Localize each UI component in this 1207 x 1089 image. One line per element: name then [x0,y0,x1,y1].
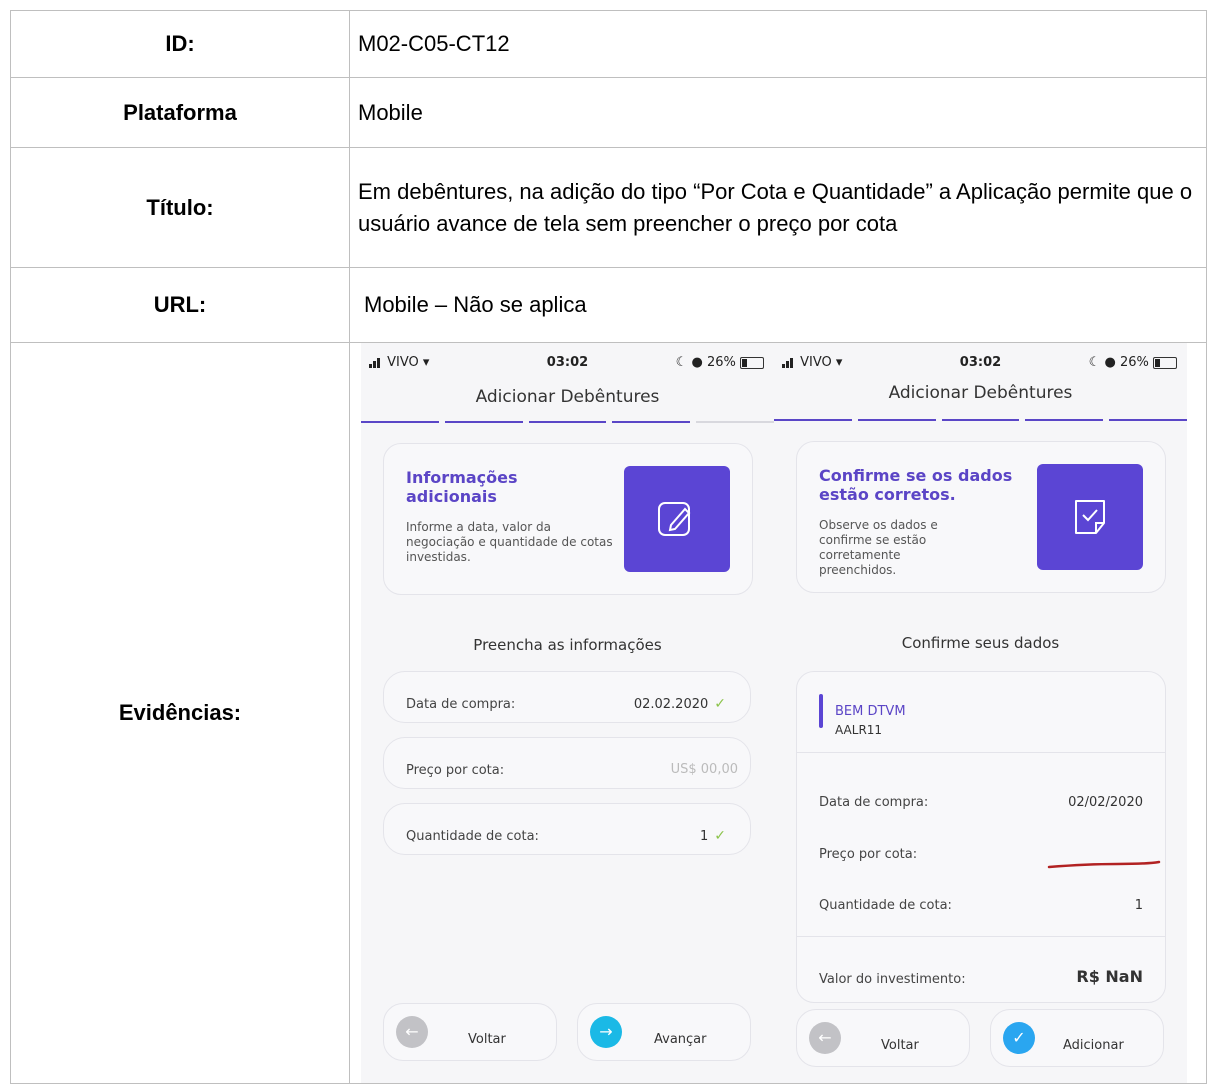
row-value: 1 [1134,898,1143,913]
moon-icon: ☾ [1088,355,1101,370]
price-placeholder: US$ 00,00 [670,762,738,777]
check-icon: ✓ [714,696,726,712]
status-bar: VIVO ▾ 03:02 ☾ ● 26% [361,343,774,370]
step-1 [361,421,439,423]
step-progress [361,421,774,425]
info-card-title: Informações adicionais [406,468,518,506]
back-label: Voltar [468,1032,506,1047]
add-button[interactable]: ✓ Adicionar [990,1009,1164,1067]
phone-screen-form: VIVO ▾ 03:02 ☾ ● 26% Adicionar Debênture… [361,343,774,1083]
phone-screen-confirm: VIVO ▾ 03:02 ☾ ● 26% Adicionar Debênture… [774,343,1187,1083]
purchase-date-value: 02.02.2020 [633,697,709,712]
id-value: M02-C05-CT12 [349,10,1207,78]
check-icon: ✓ [1003,1022,1035,1054]
back-button[interactable]: ← Voltar [796,1009,970,1067]
battery-percent: 26% [1119,355,1149,370]
back-label: Voltar [881,1038,919,1053]
next-button[interactable]: → Avançar [577,1003,751,1061]
evidencias-cell: VIVO ▾ 03:02 ☾ ● 26% Adicionar Debênture… [349,342,1207,1084]
quota-quantity-field[interactable]: Quantidade de cota: 1 ✓ [383,803,751,855]
step-2 [444,421,523,423]
evidence-screenshots: VIVO ▾ 03:02 ☾ ● 26% Adicionar Debênture… [350,343,1200,1083]
alarm-icon: ● [1104,355,1116,370]
price-per-quota-field[interactable]: Preço por cota: US$ 00,00 [383,737,751,789]
red-underline-annotation [1047,860,1161,869]
accent-bar [819,694,823,728]
confirm-icon [1037,464,1143,570]
arrow-right-icon: → [590,1016,622,1048]
confirm-info-card: Confirme se os dados estão corretos. Obs… [796,441,1166,593]
next-label: Avançar [654,1032,707,1047]
row-label: Data de compra: [819,795,929,810]
plataforma-value: Mobile [349,77,1207,148]
alarm-icon: ● [691,355,703,370]
step-3 [941,419,1020,421]
battery-percent: 26% [706,355,736,370]
step-4 [1025,419,1104,421]
quota-quantity-row: Quantidade de cota: 1 [819,890,1143,922]
field-label: Data de compra: [406,697,516,712]
divider [797,936,1165,937]
info-card: Informações adicionais Informe a data, v… [383,443,753,595]
step-3 [528,421,607,423]
confirm-data-card: BEM DTVM AALR11 Data de compra: 02/02/20… [796,671,1166,1003]
row-label: Valor do investimento: [819,972,966,987]
plataforma-label: Plataforma [10,77,350,148]
check-icon: ✓ [714,828,726,844]
purchase-date-row: Data de compra: 02/02/2020 [819,787,1143,819]
id-label: ID: [10,10,350,78]
step-progress [774,419,1187,423]
titulo-label: Título: [10,147,350,268]
back-button[interactable]: ← Voltar [383,1003,557,1061]
arrow-left-icon: ← [396,1016,428,1048]
row-label: Preço por cota: [819,847,918,862]
add-label: Adicionar [1063,1038,1124,1053]
row-value: 02/02/2020 [1068,795,1143,810]
edit-icon [624,466,730,572]
arrow-left-icon: ← [809,1022,841,1054]
row-label: Quantidade de cota: [819,898,952,913]
battery-icon [740,356,764,369]
step-1 [774,419,852,421]
field-label: Quantidade de cota: [406,829,539,844]
step-4 [612,421,691,423]
evidencias-label: Evidências: [10,342,350,1084]
divider [797,752,1165,753]
investment-total-row: Valor do investimento: R$ NaN [819,964,1143,996]
section-title: Preencha as informações [473,636,662,654]
step-2 [857,419,936,421]
status-bar: VIVO ▾ 03:02 ☾ ● 26% [774,343,1187,370]
ticker: AALR11 [835,723,883,737]
url-label: URL: [10,267,350,343]
purchase-date-field[interactable]: Data de compra: 02.02.2020 ✓ [383,671,751,723]
screen-title: Adicionar Debêntures [475,387,660,407]
info-card-description: Informe a data, valor da negociação e qu… [406,520,613,564]
field-label: Preço por cota: [406,763,505,778]
quantity-value: 1 [699,829,709,844]
step-5 [696,421,774,423]
info-card-description: Observe os dados e confirme se estão cor… [819,518,938,577]
info-card-title: Confirme se os dados estão corretos. [819,466,1013,504]
titulo-value: Em debêntures, na adição do tipo “Por Co… [349,147,1207,268]
moon-icon: ☾ [675,355,688,370]
url-value: Mobile – Não se aplica [349,267,1207,343]
battery-icon [1153,356,1177,369]
screen-title: Adicionar Debêntures [888,383,1073,403]
step-5 [1109,419,1187,421]
test-case-table: ID: M02-C05-CT12 Plataforma Mobile Títul… [10,10,1207,1084]
section-title: Confirme seus dados [901,634,1060,652]
investment-total-value: R$ NaN [1076,967,1143,986]
